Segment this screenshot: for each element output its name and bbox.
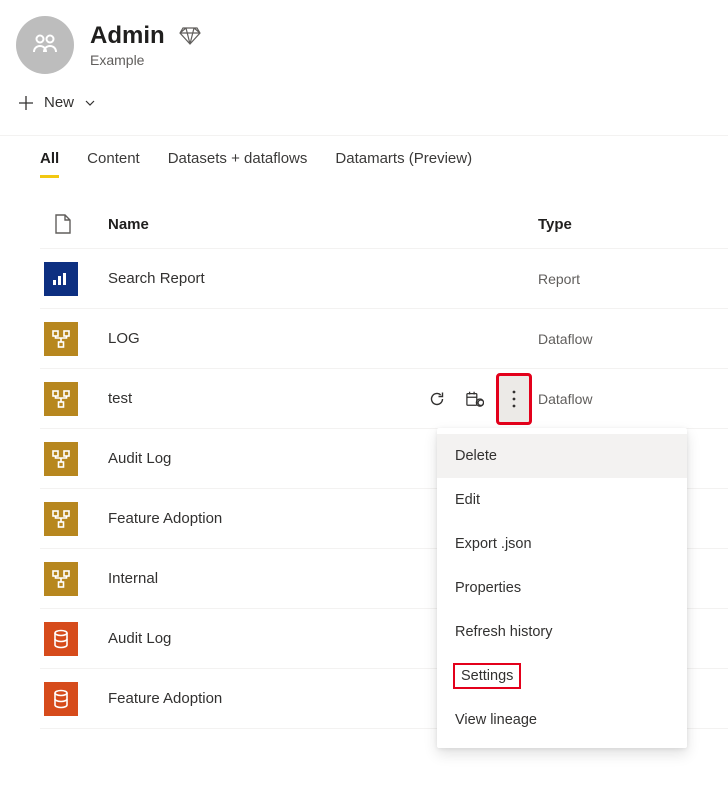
refresh-now-button[interactable] bbox=[422, 384, 452, 414]
workspace-title: Admin bbox=[90, 22, 165, 50]
menu-edit[interactable]: Edit bbox=[437, 478, 687, 522]
people-icon bbox=[30, 30, 60, 60]
tab-all[interactable]: All bbox=[40, 150, 59, 178]
chevron-down-icon bbox=[84, 97, 96, 109]
context-menu: Delete Edit Export .json Properties Refr… bbox=[437, 428, 687, 748]
report-icon bbox=[44, 262, 78, 296]
tab-datamarts[interactable]: Datamarts (Preview) bbox=[335, 150, 472, 178]
menu-refresh-history[interactable]: Refresh history bbox=[437, 610, 687, 654]
menu-properties[interactable]: Properties bbox=[437, 566, 687, 610]
item-name: test bbox=[102, 390, 412, 407]
dataflow-icon bbox=[44, 502, 78, 536]
schedule-refresh-icon bbox=[466, 390, 484, 408]
dataflow-icon bbox=[44, 382, 78, 416]
tab-content[interactable]: Content bbox=[87, 150, 140, 178]
new-button-label: New bbox=[44, 94, 74, 111]
menu-view-lineage[interactable]: View lineage bbox=[437, 698, 687, 742]
tabs: All Content Datasets + dataflows Datamar… bbox=[0, 136, 728, 178]
content-list: Name Type Search Report Report LOG Dataf… bbox=[0, 204, 728, 729]
item-type: Dataflow bbox=[538, 331, 728, 347]
column-name[interactable]: Name bbox=[102, 216, 538, 233]
file-icon bbox=[54, 214, 72, 234]
menu-export-json[interactable]: Export .json bbox=[437, 522, 687, 566]
item-type: Report bbox=[538, 271, 728, 287]
dataflow-icon bbox=[44, 442, 78, 476]
dataflow-icon bbox=[44, 562, 78, 596]
dataflow-icon bbox=[44, 322, 78, 356]
dataset-icon bbox=[44, 682, 78, 716]
item-name: Search Report bbox=[102, 270, 412, 287]
menu-settings[interactable]: Settings bbox=[437, 654, 687, 698]
table-row[interactable]: LOG Dataflow bbox=[40, 309, 728, 369]
dataset-icon bbox=[44, 622, 78, 656]
menu-delete[interactable]: Delete bbox=[437, 434, 687, 478]
more-options-button[interactable] bbox=[498, 375, 530, 423]
schedule-refresh-button[interactable] bbox=[460, 384, 490, 414]
item-name: Feature Adoption bbox=[102, 510, 412, 527]
item-name: Internal bbox=[102, 570, 412, 587]
premium-diamond-icon bbox=[179, 27, 201, 45]
menu-settings-label: Settings bbox=[455, 665, 519, 687]
item-name: Audit Log bbox=[102, 630, 412, 647]
workspace-avatar bbox=[16, 16, 74, 74]
workspace-header: Admin Example bbox=[0, 0, 728, 78]
workspace-subtitle: Example bbox=[90, 52, 201, 68]
table-row[interactable]: Search Report Report bbox=[40, 249, 728, 309]
command-bar: New bbox=[0, 78, 728, 136]
item-name: Audit Log bbox=[102, 450, 412, 467]
plus-icon bbox=[18, 95, 34, 111]
table-header: Name Type bbox=[40, 204, 728, 249]
item-name: LOG bbox=[102, 330, 412, 347]
refresh-icon bbox=[428, 390, 446, 408]
item-name: Feature Adoption bbox=[102, 690, 412, 707]
vertical-dots-icon bbox=[506, 388, 522, 410]
new-button[interactable]: New bbox=[16, 88, 98, 117]
column-type[interactable]: Type bbox=[538, 216, 728, 233]
tab-datasets-dataflows[interactable]: Datasets + dataflows bbox=[168, 150, 308, 178]
table-row[interactable]: test Dataflow bbox=[40, 369, 728, 429]
item-type: Dataflow bbox=[538, 391, 728, 407]
